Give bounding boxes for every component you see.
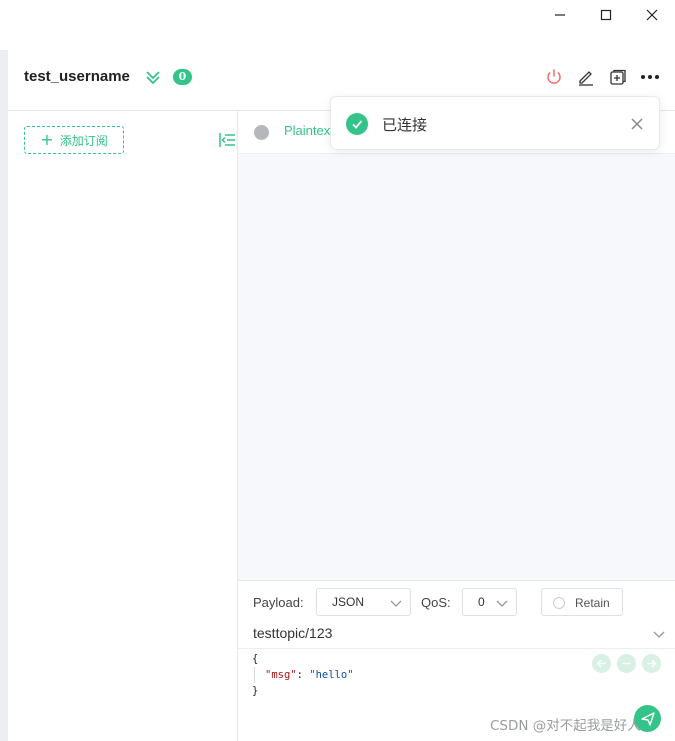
check-icon [346, 113, 368, 135]
toast-message: 已连接 [382, 116, 428, 134]
payload-editor[interactable]: { "msg": "hello" } [252, 651, 354, 699]
qos-value: 0 [478, 595, 485, 609]
send-icon [640, 711, 655, 726]
new-window-button[interactable] [607, 66, 629, 88]
toast-close-button[interactable] [631, 115, 643, 134]
chevron-down-icon [496, 600, 508, 607]
collapse-panel-button[interactable] [218, 131, 236, 153]
maximize-button[interactable] [583, 0, 629, 30]
close-icon [631, 118, 643, 130]
watermark: CSDN @对不起我是好人 [490, 718, 641, 734]
arrow-right-icon [647, 659, 657, 668]
code-line: "msg": "hello" [252, 667, 354, 683]
minus-icon [622, 662, 631, 665]
more-icon [641, 75, 659, 79]
minimize-icon [555, 14, 565, 16]
left-edge-strip [0, 50, 8, 741]
edit-connection-button[interactable] [575, 66, 597, 88]
retain-label: Retain [575, 596, 610, 610]
message-count-badge: 0 [173, 69, 192, 85]
minimize-button[interactable] [537, 0, 583, 30]
connected-toast: 已连接 [330, 96, 660, 150]
add-subscription-button[interactable]: + 添加订阅 [24, 126, 124, 154]
add-subscription-label: 添加订阅 [59, 133, 108, 148]
more-options-button[interactable] [639, 66, 661, 88]
chevron-down-icon [390, 600, 402, 607]
retain-radio [553, 597, 565, 609]
connection-name: test_username [24, 68, 130, 85]
payload-format-value: JSON [332, 595, 365, 609]
code-colon: : [296, 669, 310, 681]
message-list: Plaintex [238, 111, 675, 580]
qos-label: QoS: [421, 595, 451, 610]
new-window-icon [610, 69, 626, 85]
code-line: } [252, 683, 354, 699]
payload-label: Payload: [253, 595, 304, 610]
collapse-icon [219, 133, 235, 147]
retain-checkbox[interactable]: Retain [541, 588, 623, 616]
close-icon [646, 9, 658, 21]
header-actions [543, 66, 661, 88]
chevron-down-icon[interactable] [653, 628, 665, 640]
divider [238, 648, 675, 649]
double-chevron-down-icon [146, 71, 160, 85]
code-brace-open: { [252, 653, 259, 665]
qos-select[interactable]: 0 [462, 588, 517, 616]
next-history-button[interactable] [642, 654, 661, 673]
status-dot [254, 125, 269, 140]
code-key: "msg" [265, 669, 297, 681]
code-line: { [252, 651, 354, 667]
power-icon [547, 69, 561, 84]
code-brace-close: } [252, 685, 259, 697]
payload-format-select[interactable]: JSON [316, 588, 411, 616]
plus-icon: + [40, 130, 54, 149]
close-window-button[interactable] [629, 0, 675, 30]
code-value: "hello" [309, 669, 354, 681]
maximize-icon [600, 9, 612, 21]
message-filter-tab[interactable]: Plaintex [284, 123, 330, 138]
window-controls [537, 0, 675, 30]
arrow-left-icon [596, 659, 606, 668]
topic-input[interactable]: testtopic/123 [253, 625, 332, 641]
clear-history-button[interactable] [617, 654, 636, 673]
subscription-panel: + 添加订阅 [8, 111, 238, 741]
disconnect-button[interactable] [543, 66, 565, 88]
history-controls [592, 654, 661, 673]
prev-history-button[interactable] [592, 654, 611, 673]
edit-icon [579, 71, 593, 86]
expand-toggle[interactable] [145, 69, 161, 89]
